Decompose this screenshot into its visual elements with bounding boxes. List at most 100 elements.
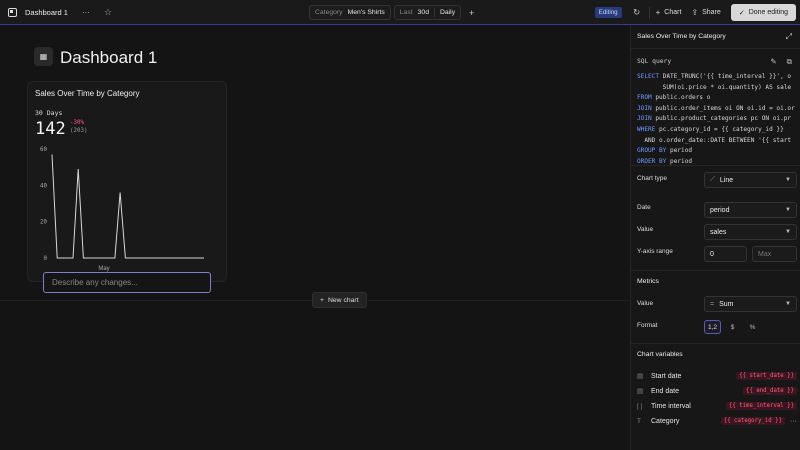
chart-variables-title: Chart variables <box>637 351 683 358</box>
sql-line: JOIN public.product_categories pc ON oi.… <box>637 114 800 125</box>
done-editing-label: Done editing <box>748 9 788 16</box>
chart-editor-panel: Sales Over Time by Category ⤢ SQL query … <box>630 25 800 450</box>
y-tick-label: 60 <box>40 147 47 153</box>
top-bar: Dashboard 1 ··· ☆ Category Men's Shirts … <box>0 0 800 25</box>
value-select[interactable]: sales ▼ <box>704 224 797 240</box>
sql-text: public.product_categories pc ON oi.pr <box>651 115 792 123</box>
done-editing-button[interactable]: ✓ Done editing <box>730 4 796 21</box>
sql-line: WHERE pc.category_id = {{ category_id }} <box>637 125 800 136</box>
aggregation-select[interactable]: = Sum ▼ <box>704 296 797 312</box>
sql-line: AND o.order_date::DATE BETWEEN '{{ start <box>637 136 800 147</box>
variable-row-end-date[interactable]: ▤ End date {{ end_date }} <box>637 385 797 397</box>
metrics-title: Metrics <box>637 278 659 285</box>
plus-icon: + <box>320 296 324 304</box>
chevron-down-icon: ▼ <box>785 177 791 183</box>
date-label: Date <box>637 204 651 211</box>
star-icon[interactable]: ☆ <box>104 7 112 18</box>
sql-text: period <box>666 147 693 155</box>
panel-title: Sales Over Time by Category <box>637 33 726 40</box>
top-bar-right: Editing ↻ + Chart ⇪ Share ✓ Done editing <box>594 4 800 21</box>
sql-line: SUM(oi.price * oi.quantity) AS sale <box>637 83 800 94</box>
expand-icon[interactable]: ⤢ <box>786 32 792 42</box>
sql-keyword: SELECT <box>637 73 660 80</box>
pill-divider <box>433 8 435 17</box>
page-title[interactable]: Dashboard 1 <box>60 47 157 68</box>
sql-query-label: SQL query <box>637 58 672 65</box>
bracket-icon: [ ] <box>637 402 643 410</box>
sql-keyword: ORDER BY <box>637 157 667 165</box>
sql-text: AND o.order_date::DATE BETWEEN '{{ start <box>637 136 792 144</box>
describe-changes-input[interactable]: Describe any changes... <box>43 272 211 293</box>
add-filter-button[interactable]: + <box>464 5 479 20</box>
sql-keyword: JOIN <box>637 104 652 112</box>
variable-name: Category <box>651 417 680 425</box>
y-max-input[interactable]: Max <box>752 246 797 262</box>
sql-text: period <box>666 157 693 165</box>
edit-icon[interactable]: ✎ <box>770 57 776 67</box>
chart-type-label: Chart type <box>637 175 667 182</box>
divider <box>631 48 800 49</box>
chart-type-select[interactable]: ⟋ Line ▼ <box>704 172 797 188</box>
refresh-icon[interactable]: ↻ <box>630 6 644 20</box>
new-chart-label: New chart <box>327 296 359 304</box>
text-icon: T <box>637 417 641 425</box>
y-tick-label: 40 <box>40 183 47 189</box>
date-range-key: Last <box>399 9 413 16</box>
line-chart: 0204060May <box>40 147 204 272</box>
share-label: Share <box>702 9 721 16</box>
y-tick-label: 0 <box>44 256 48 262</box>
chevron-down-icon: ▼ <box>785 301 791 307</box>
sql-text: public.orders o <box>651 94 711 102</box>
divider <box>631 343 800 344</box>
category-filter[interactable]: Category Men's Shirts <box>309 5 391 20</box>
variable-tag: {{ end_date }} <box>743 387 797 395</box>
variable-tag: {{ time_interval }} <box>725 402 797 410</box>
value-value: sales <box>710 228 727 236</box>
dashboard-name[interactable]: Dashboard 1 <box>25 8 68 17</box>
add-chart-button[interactable]: + Chart <box>656 8 682 17</box>
sql-editor[interactable]: SELECT DATE_TRUNC('{{ time_interval }}',… <box>637 72 800 180</box>
currency-format-button[interactable]: $ <box>724 320 741 334</box>
chart-card[interactable]: Sales Over Time by Category 30 Days 142 … <box>27 81 227 282</box>
chevron-down-icon: ▼ <box>785 229 791 235</box>
date-value: period <box>710 206 730 214</box>
category-filter-key: Category <box>315 9 343 16</box>
variable-name: Time interval <box>651 402 691 410</box>
more-options-icon[interactable]: ··· <box>790 418 797 425</box>
more-options-icon[interactable]: ··· <box>82 8 90 17</box>
top-bar-left: Dashboard 1 ··· ☆ <box>8 0 112 25</box>
plus-icon: + <box>655 8 661 17</box>
variable-row-start-date[interactable]: ▤ Start date {{ start_date }} <box>637 370 797 382</box>
aggregation-value: Sum <box>719 300 734 308</box>
new-chart-button[interactable]: + New chart <box>312 292 367 308</box>
variable-name: Start date <box>651 372 682 380</box>
line-chart-icon: ⟋ <box>710 176 715 183</box>
sql-line: JOIN public.order_items oi ON oi.id = oi… <box>637 104 800 115</box>
y-min-input[interactable]: 0 <box>704 246 747 262</box>
filter-bar: Category Men's Shirts Last 30d Daily + <box>309 5 479 20</box>
sql-line: GROUP BY period <box>637 146 800 157</box>
sql-text: pc.category_id = {{ category_id }} <box>655 125 784 133</box>
date-select[interactable]: period ▼ <box>704 202 797 218</box>
date-range-filter[interactable]: Last 30d Daily <box>393 5 462 20</box>
metric-value-label: Value <box>637 300 654 307</box>
variable-row-time-interval[interactable]: [ ] Time interval {{ time_interval }} <box>637 400 797 412</box>
calendar-icon: ▤ <box>637 373 644 380</box>
sql-keyword: GROUP BY <box>637 147 667 155</box>
number-format-button[interactable]: 1,2 <box>704 320 721 334</box>
copy-icon[interactable]: ⧉ <box>787 57 792 67</box>
equals-icon: = <box>710 300 715 308</box>
percent-format-button[interactable]: % <box>744 320 761 334</box>
calendar-icon: ▤ <box>637 388 644 395</box>
series-line <box>51 154 204 259</box>
date-range-value: 30d <box>417 9 429 16</box>
divider <box>631 165 800 166</box>
share-button[interactable]: ⇪ Share <box>691 8 720 17</box>
dashboard-grid-icon: ▦ <box>34 47 53 66</box>
variable-row-category[interactable]: T Category {{ category_id }} ··· <box>637 415 797 427</box>
format-label: Format <box>637 322 658 329</box>
sql-actions: ✎ ⧉ <box>770 57 792 67</box>
category-filter-value: Men's Shirts <box>347 9 385 16</box>
dashboard-app-icon <box>8 8 17 17</box>
chevron-down-icon: ▼ <box>785 207 791 213</box>
